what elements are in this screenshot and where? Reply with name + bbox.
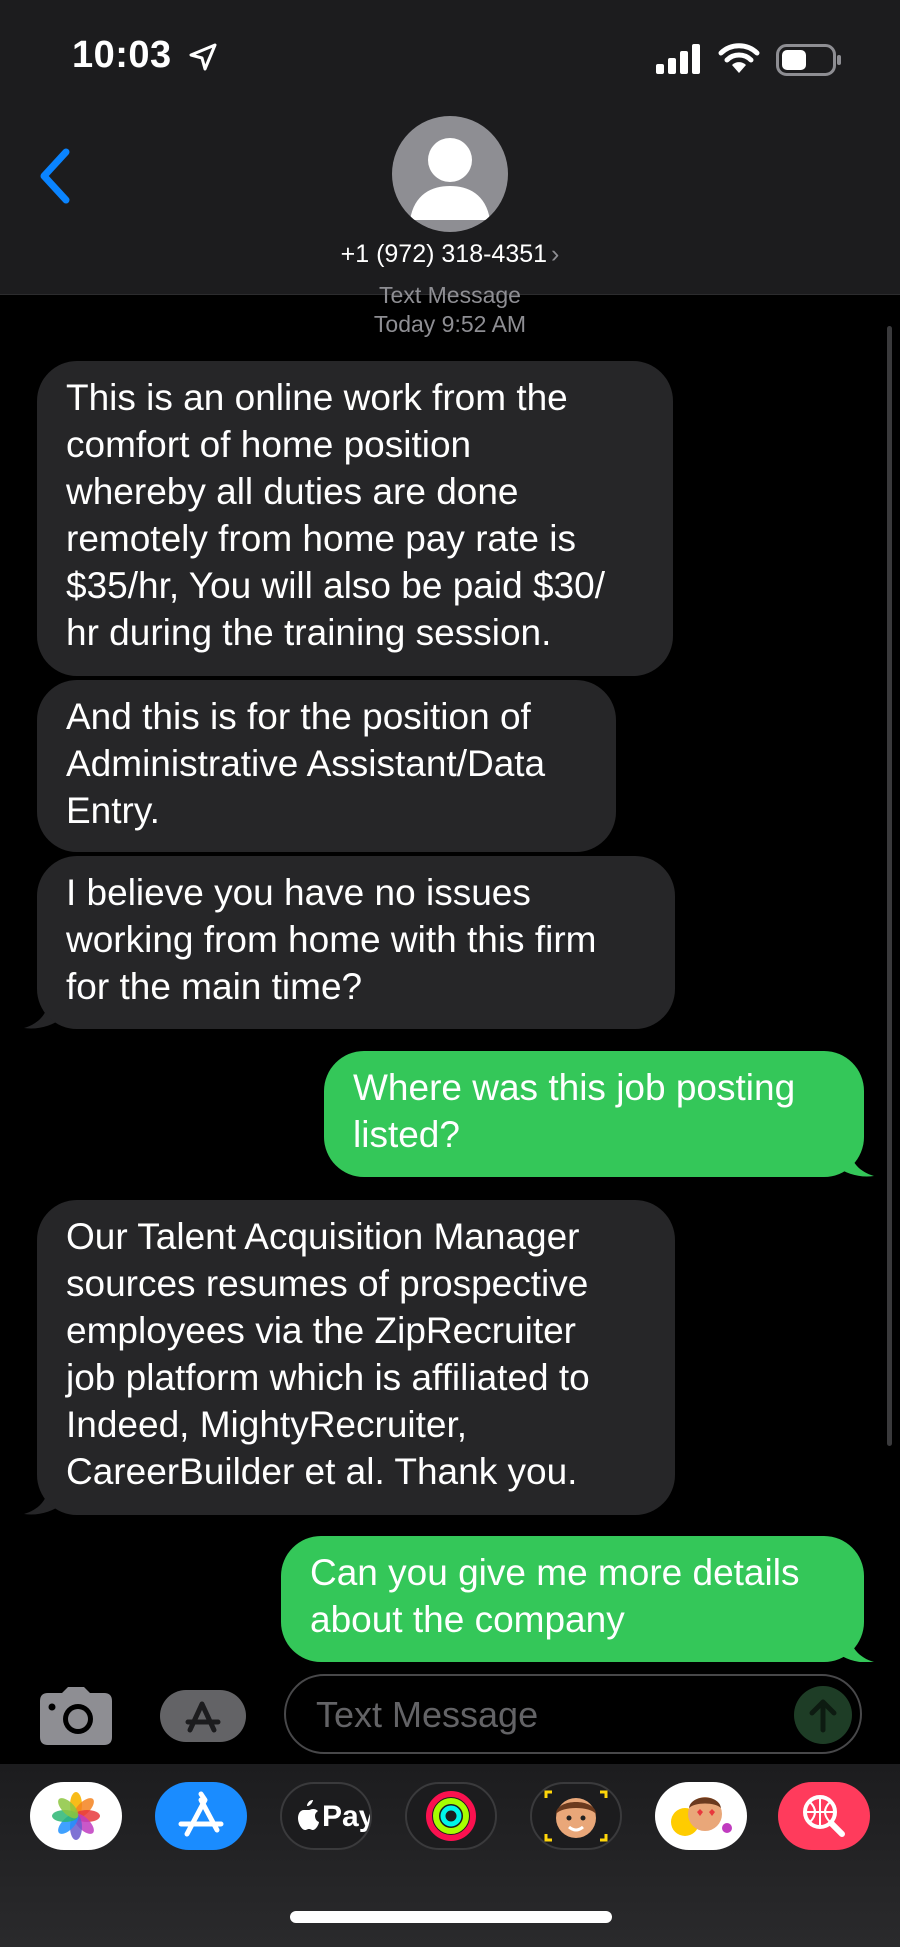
message-timestamp: Today 9:52 AM: [373, 311, 527, 337]
image-search-icon[interactable]: [778, 1782, 870, 1850]
camera-icon[interactable]: [40, 1687, 112, 1745]
apple-pay-label: Pay: [322, 1800, 372, 1833]
home-indicator[interactable]: [290, 1911, 612, 1923]
compose-bar: [0, 1662, 900, 1764]
photos-app-icon[interactable]: [30, 1782, 122, 1850]
status-bar: 10:03: [0, 0, 900, 110]
back-chevron-icon[interactable]: [36, 146, 72, 206]
activity-icon[interactable]: [405, 1782, 497, 1850]
message-bubble-incoming[interactable]: Our Talent Acquisition Manager sources r…: [37, 1200, 675, 1515]
message-bubble-outgoing[interactable]: Where was this job posting listed?: [324, 1051, 864, 1177]
arrow-up-icon: [809, 1699, 837, 1733]
service-label: Text Message: [379, 282, 521, 308]
contact-avatar[interactable]: [392, 116, 508, 232]
conversation-header: +1 (972) 318-4351 ›: [0, 110, 900, 295]
message-input-field[interactable]: [284, 1674, 862, 1754]
contact-title[interactable]: +1 (972) 318-4351 ›: [0, 240, 900, 269]
cellular-signal-icon: [656, 44, 700, 74]
app-store-icon[interactable]: [155, 1782, 247, 1850]
battery-icon: [776, 44, 841, 76]
message-bubble-incoming[interactable]: I believe you have no issues working fro…: [37, 856, 675, 1029]
memoji-stickers-icon[interactable]: [655, 1782, 747, 1850]
app-store-a-icon: [185, 1694, 245, 1738]
apple-pay-icon[interactable]: Pay: [280, 1782, 372, 1850]
send-button[interactable]: [794, 1686, 852, 1744]
wifi-icon: [718, 43, 760, 73]
chevron-right-icon: ›: [551, 240, 560, 268]
memoji-icon[interactable]: [530, 1782, 622, 1850]
message-input[interactable]: [314, 1676, 778, 1754]
person-silhouette-icon: [410, 138, 490, 220]
message-bubble-outgoing[interactable]: Can you give me more details about the c…: [281, 1536, 864, 1662]
location-arrow-icon: [189, 43, 217, 71]
scroll-indicator[interactable]: [887, 326, 892, 1446]
apps-button[interactable]: [160, 1690, 246, 1742]
message-bubble-incoming[interactable]: This is an online work from the comfort …: [37, 361, 673, 676]
contact-number: +1 (972) 318-4351: [340, 240, 548, 268]
status-time: 10:03: [72, 34, 172, 76]
message-bubble-incoming[interactable]: And this is for the position of Administ…: [37, 680, 616, 852]
